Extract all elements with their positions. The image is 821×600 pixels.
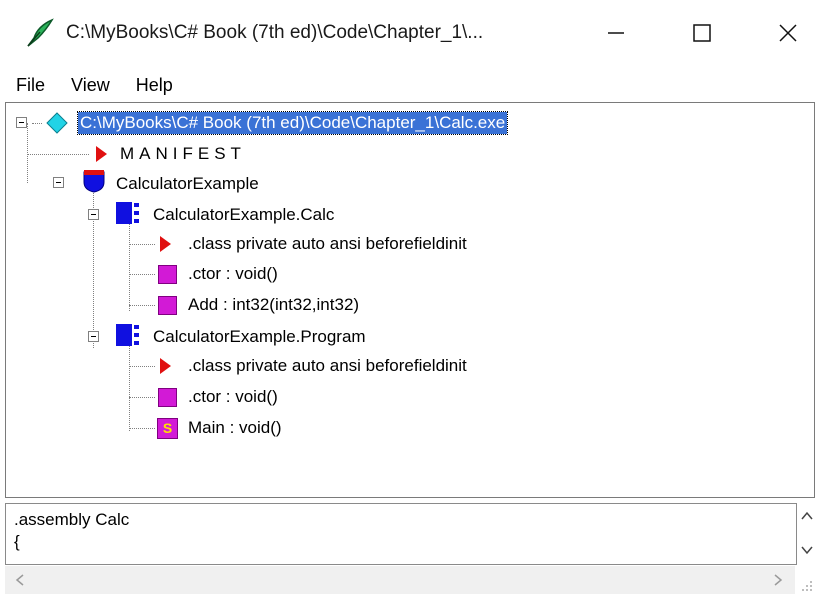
tree-connector [32,123,42,124]
resize-grip-icon[interactable] [800,578,814,592]
tree-connector [129,397,155,398]
tree-root-path[interactable]: C:\MyBooks\C# Book (7th ed)\Code\Chapter… [76,111,509,135]
scroll-left-icon[interactable] [15,574,24,586]
tree-manifest[interactable]: MANIFEST [120,143,246,165]
static-method-icon: S [157,418,178,439]
tree-member[interactable]: .class private auto ansi beforefieldinit [188,233,467,255]
tree-member[interactable]: .ctor : void() [188,263,278,285]
ildasm-window: C:\MyBooks\C# Book (7th ed)\Code\Chapter… [0,0,821,600]
tree-member[interactable]: .ctor : void() [188,386,278,408]
method-icon [158,296,177,315]
tree-class-program[interactable]: CalculatorExample.Program [153,326,366,348]
minimize-button[interactable] [588,8,644,58]
il-line: .assembly Calc [14,510,130,529]
method-icon [158,388,177,407]
namespace-shield-icon [83,170,105,193]
minimize-icon [608,32,624,34]
tree-connector [129,244,155,245]
scroll-up-icon[interactable] [801,511,813,520]
class-program-collapse-toggle[interactable] [88,331,99,342]
ildasm-quill-icon [24,18,54,48]
il-text-panel[interactable]: .assembly Calc { [5,503,797,565]
tree-connector [129,428,155,429]
tree-member[interactable]: .class private auto ansi beforefieldinit [188,355,467,377]
maximize-button[interactable] [674,8,730,58]
directive-arrow-icon [160,236,171,252]
scroll-right-icon[interactable] [774,574,783,586]
menu-view[interactable]: View [71,75,110,96]
tree-connector [129,221,130,311]
close-button[interactable] [760,8,816,58]
menu-file[interactable]: File [16,75,45,96]
tree-class-calc[interactable]: CalculatorExample.Calc [153,204,334,226]
tree-connector [129,305,155,306]
il-horizontal-scrollbar[interactable] [5,566,795,594]
assembly-tree[interactable]: C:\MyBooks\C# Book (7th ed)\Code\Chapter… [5,102,815,498]
maximize-icon [693,24,711,42]
window-title: C:\MyBooks\C# Book (7th ed)\Code\Chapter… [66,22,484,43]
tree-member[interactable]: Add : int32(int32,int32) [188,294,359,316]
manifest-arrow-icon [96,146,107,162]
directive-arrow-icon [160,358,171,374]
il-line: { [14,532,20,551]
root-collapse-toggle[interactable] [16,117,27,128]
tree-member[interactable]: Main : void() [188,417,282,439]
scroll-down-icon[interactable] [801,546,813,555]
menu-bar: File View Help [0,68,821,102]
tree-connector [129,343,130,431]
namespace-collapse-toggle[interactable] [53,177,64,188]
tree-connector [129,274,155,275]
close-icon [779,24,797,42]
tree-connector [27,154,89,155]
assembly-diamond-icon [46,112,68,134]
tree-namespace[interactable]: CalculatorExample [116,173,259,195]
tree-connector [27,123,28,183]
menu-help[interactable]: Help [136,75,173,96]
il-vertical-scrollbar[interactable] [797,503,817,563]
method-icon [158,265,177,284]
class-calc-collapse-toggle[interactable] [88,209,99,220]
title-bar: C:\MyBooks\C# Book (7th ed)\Code\Chapter… [0,0,821,68]
tree-connector [129,366,155,367]
